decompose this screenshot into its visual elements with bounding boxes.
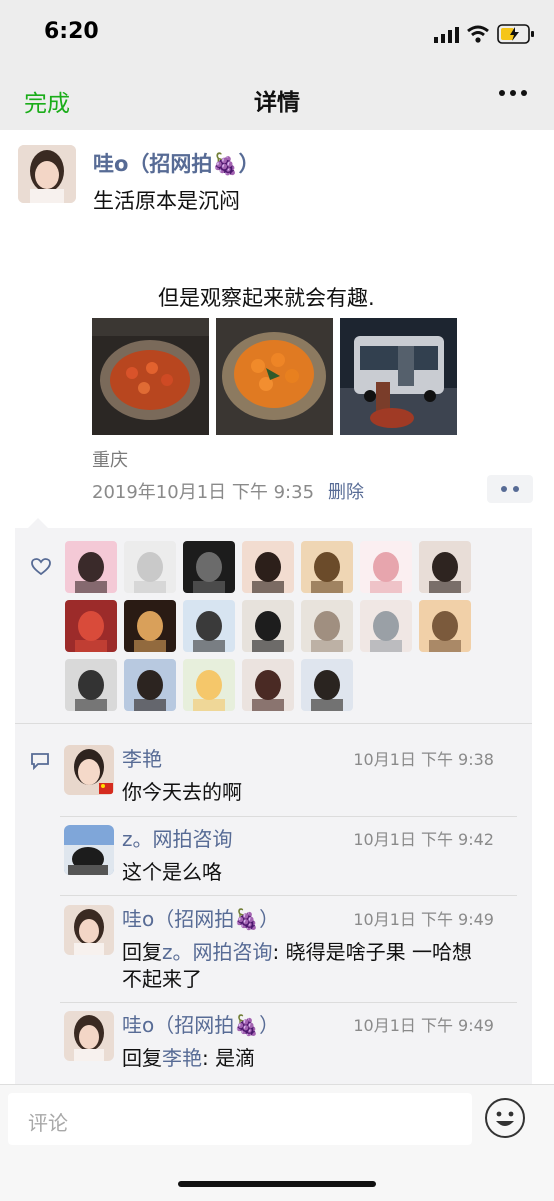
panel-pointer [28,518,48,528]
two-dots-icon [501,486,519,492]
post-text-line1: 生活原本是沉闷 [93,189,240,213]
reply-target[interactable]: z。网拍咨询 [162,940,273,964]
comment-input[interactable]: 评论 [8,1093,472,1145]
home-indicator [178,1181,376,1187]
heart-icon [31,558,51,576]
commenter-avatar[interactable] [64,745,114,795]
reply-prefix: 回复 [122,940,162,964]
commenter-avatar[interactable] [64,825,114,875]
author-avatar[interactable] [18,145,76,203]
comment-divider [60,895,517,896]
comment-author[interactable]: 哇o（招网拍🍇） [122,903,279,932]
liker-avatar[interactable] [183,541,235,593]
liker-avatar[interactable] [301,659,353,711]
post-date: 2019年10月1日 下午 9:35 [92,482,315,503]
commenter-avatar[interactable] [64,905,114,955]
comment-text[interactable]: 这个是么咯 [122,856,222,885]
comment-text[interactable]: 回复z。网拍咨询: 晓得是啥子果 一哈想 [122,936,472,965]
post-photo[interactable] [340,318,457,435]
comment-time: 10月1日 下午 9:49 [353,910,494,929]
liker-avatar[interactable] [419,600,471,652]
liker-avatar[interactable] [183,600,235,652]
liker-avatar[interactable] [183,659,235,711]
delete-link[interactable]: 删除 [328,482,364,503]
like-comment-button[interactable] [487,475,533,503]
liker-avatar[interactable] [419,541,471,593]
post-location[interactable]: 重庆 [92,446,128,472]
post-text-line2: 但是观察起来就会有趣. [158,286,375,310]
liker-avatar[interactable] [65,600,117,652]
post-date-row: 2019年10月1日 下午 9:35 删除 [92,478,364,504]
comment-icon [31,753,49,770]
liker-avatar[interactable] [242,659,294,711]
liker-avatar[interactable] [301,541,353,593]
reply-sep: : [272,940,286,964]
comment-text-continued: 不起来了 [122,967,202,991]
liker-avatar[interactable] [242,600,294,652]
signal-icon [434,27,459,43]
comment-time: 10月1日 下午 9:49 [353,1016,494,1035]
liker-avatar[interactable] [124,600,176,652]
reply-sep: : [202,1046,216,1070]
status-bar: 6:20 [0,0,554,68]
liker-avatar[interactable] [124,541,176,593]
comment-input-bar: 评论 [0,1084,554,1201]
post-photo[interactable] [92,318,209,435]
liker-avatar[interactable] [360,541,412,593]
commenter-avatar[interactable] [64,1011,114,1061]
liker-avatar[interactable] [65,541,117,593]
post-photo[interactable] [216,318,333,435]
comment-text[interactable]: 你今天去的啊 [122,776,242,805]
comment-author[interactable]: z。网拍咨询 [122,823,233,852]
comment-text[interactable]: 回复李艳: 是滴 [122,1042,255,1071]
liker-avatar[interactable] [65,659,117,711]
emoji-icon[interactable] [484,1097,526,1139]
likes-divider [15,723,532,724]
liker-avatar[interactable] [360,600,412,652]
reply-prefix: 回复 [122,1046,162,1070]
nav-bar: 完成 详情 [0,68,554,130]
likes-comments-panel: 李艳 10月1日 下午 9:38 你今天去的啊 z。网拍咨询 10月1日 下午 … [15,528,532,1084]
status-time: 6:20 [44,19,99,44]
battery-icon [497,24,534,44]
comment-body: 是滴 [215,1046,256,1070]
page-title: 详情 [254,90,300,116]
liker-avatar[interactable] [301,600,353,652]
comment-time: 10月1日 下午 9:38 [353,750,494,769]
comment-body: 晓得是啥子果 一哈想 [285,940,472,964]
comment-placeholder: 评论 [28,1111,68,1135]
liker-avatar[interactable] [242,541,294,593]
liker-avatar[interactable] [124,659,176,711]
comment-author[interactable]: 李艳 [122,743,162,772]
comment-divider [60,1002,517,1003]
author-name[interactable]: 哇o（招网拍🍇） [93,148,260,178]
comment-divider [60,816,517,817]
reply-target[interactable]: 李艳 [162,1046,202,1070]
comment-time: 10月1日 下午 9:42 [353,830,494,849]
comment-author[interactable]: 哇o（招网拍🍇） [122,1009,279,1038]
wifi-icon [467,25,489,43]
more-options-icon[interactable] [498,88,528,98]
